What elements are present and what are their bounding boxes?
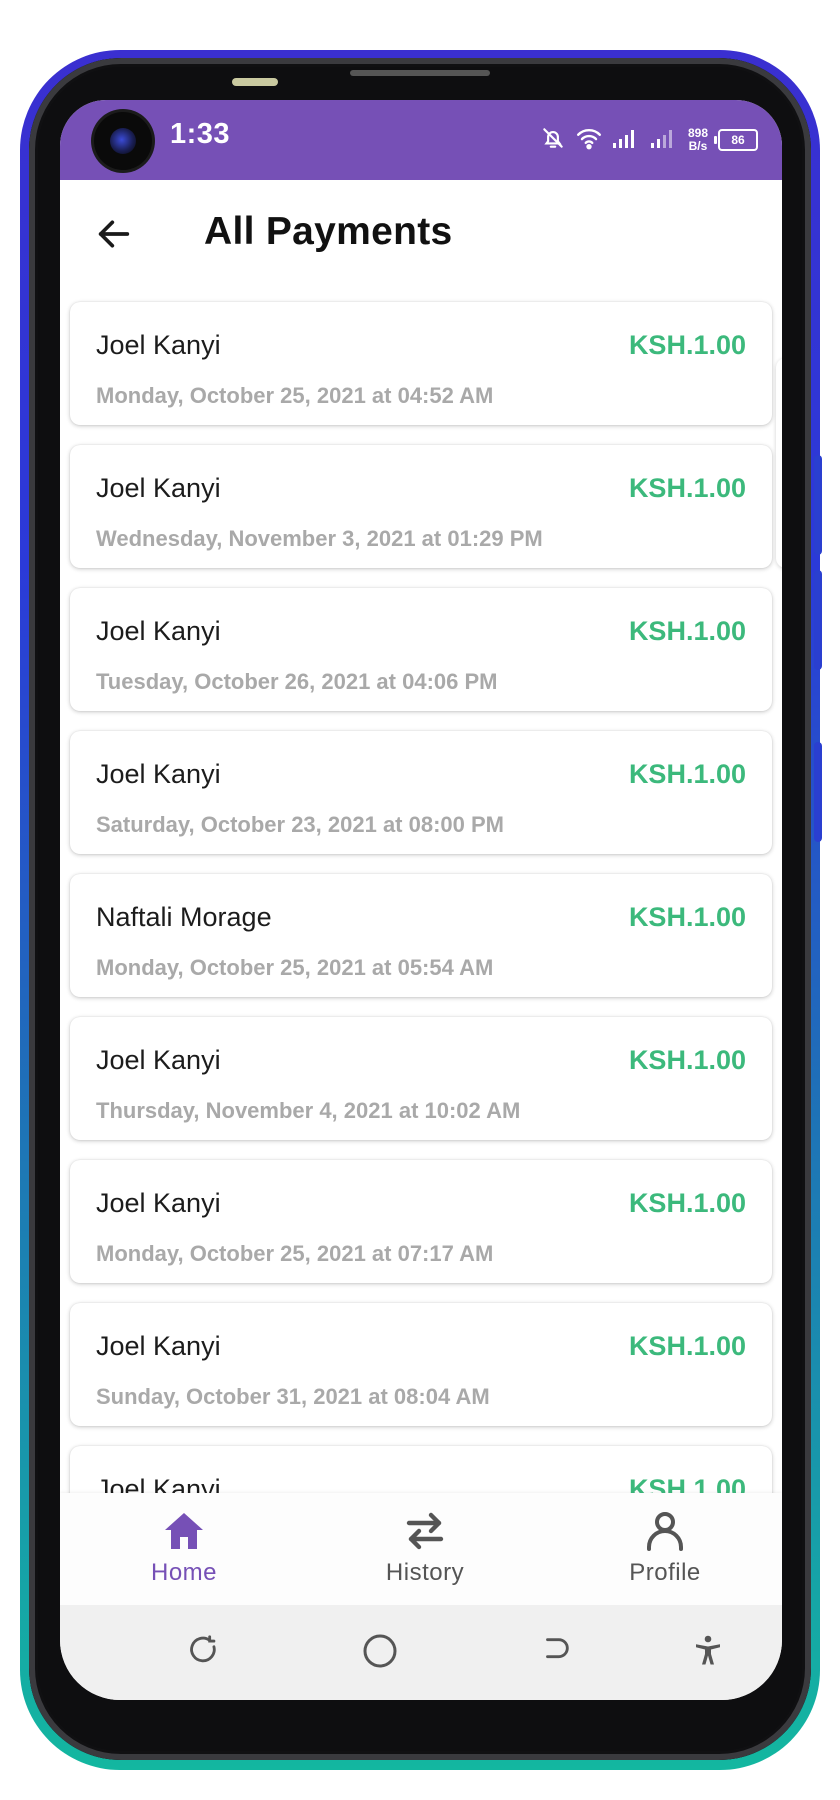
earpiece <box>350 70 490 76</box>
bottom-navigation: Home History Profile <box>60 1493 782 1605</box>
app-bar: All Payments <box>60 180 782 298</box>
payer-name: Joel Kanyi <box>96 1045 221 1075</box>
payment-amount: KSH.1.00 <box>628 759 746 789</box>
signal-icon <box>612 127 640 154</box>
speed-unit: B/s <box>688 139 708 153</box>
scroll-shadow <box>776 358 782 568</box>
payment-amount: KSH.1.00 <box>628 1045 746 1075</box>
payment-date: Thursday, November 4, 2021 at 10:02 AM <box>96 1098 521 1123</box>
power-button <box>814 742 822 842</box>
payment-date: Tuesday, October 26, 2021 at 04:06 PM <box>96 669 498 694</box>
payment-card[interactable]: Joel Kanyi KSH.1.00 Wednesday, November … <box>70 445 772 568</box>
network-speed: 898 B/s <box>688 127 708 153</box>
page-title: All Payments <box>204 210 453 253</box>
payment-card[interactable]: Joel Kanyi KSH.1.00 Sunday, October 31, … <box>70 1303 772 1426</box>
payment-card[interactable]: Joel Kanyi KSH.1.00 Monday, October 25, … <box>70 1160 772 1283</box>
payment-amount: KSH.1.00 <box>628 330 746 360</box>
payment-card[interactable]: Joel Kanyi KSH.1.00 Tuesday, October 26,… <box>70 588 772 711</box>
volume-button <box>814 455 822 555</box>
battery-icon: 86 <box>714 129 758 151</box>
person-icon <box>647 1512 683 1551</box>
payment-date: Monday, October 25, 2021 at 05:54 AM <box>96 955 494 980</box>
back-system-button[interactable] <box>536 1631 576 1671</box>
payment-date: Monday, October 25, 2021 at 07:17 AM <box>96 1241 494 1266</box>
sensor <box>232 78 278 86</box>
payment-amount: KSH.1.00 <box>628 1188 746 1218</box>
status-icons: 898 B/s 86 <box>540 122 758 158</box>
system-nav-bar <box>60 1605 782 1700</box>
battery-level: 86 <box>731 133 745 147</box>
front-camera <box>94 112 152 170</box>
payer-name: Joel Kanyi <box>96 1188 221 1218</box>
payment-date: Saturday, October 23, 2021 at 08:00 PM <box>96 812 504 837</box>
speed-value: 898 <box>687 126 708 140</box>
screen: 1:33 898 B/s 86 All Payments Joel Kanyi … <box>60 100 782 1700</box>
payer-name: Joel Kanyi <box>96 1331 221 1361</box>
mute-icon <box>540 125 566 156</box>
status-time: 1:33 <box>170 118 231 150</box>
payment-amount: KSH.1.00 <box>628 902 746 932</box>
payment-card[interactable]: Joel Kanyi KSH.1.00 Thursday, November 4… <box>70 1017 772 1140</box>
payer-name: Joel Kanyi <box>96 330 221 360</box>
home-circle-icon <box>363 1634 397 1668</box>
payment-amount: KSH.1.00 <box>628 1331 746 1361</box>
accessibility-icon <box>696 1635 720 1665</box>
payment-date: Monday, October 25, 2021 at 04:52 AM <box>96 383 494 408</box>
rotate-icon <box>190 1635 216 1663</box>
payer-name: Joel Kanyi <box>96 759 221 789</box>
volume-button <box>814 570 822 670</box>
nav-item-home[interactable]: Home <box>104 1507 264 1587</box>
arrow-left-icon <box>98 220 130 248</box>
payment-card[interactable]: Joel Kanyi KSH.1.00 Saturday, October 23… <box>70 731 772 854</box>
payer-name: Naftali Morage <box>96 902 272 932</box>
payments-list[interactable]: Joel Kanyi KSH.1.00 Monday, October 25, … <box>60 298 782 1593</box>
back-icon <box>546 1638 569 1659</box>
home-system-button[interactable] <box>360 1631 400 1671</box>
nav-item-history[interactable]: History <box>345 1507 505 1587</box>
signal-icon <box>650 127 678 154</box>
payment-amount: KSH.1.00 <box>628 616 746 646</box>
back-button[interactable] <box>90 210 138 258</box>
wifi-icon <box>576 126 602 155</box>
home-icon <box>165 1513 203 1549</box>
nav-label-home: Home <box>150 1559 218 1586</box>
payment-card[interactable]: Naftali Morage KSH.1.00 Monday, October … <box>70 874 772 997</box>
nav-label-history: History <box>385 1559 465 1586</box>
payer-name: Joel Kanyi <box>96 616 221 646</box>
payment-amount: KSH.1.00 <box>628 473 746 503</box>
payment-card[interactable]: Joel Kanyi KSH.1.00 Monday, October 25, … <box>70 302 772 425</box>
rotate-button[interactable] <box>184 1631 224 1671</box>
payment-date: Sunday, October 31, 2021 at 08:04 AM <box>96 1384 490 1409</box>
status-bar: 1:33 898 B/s 86 <box>60 100 782 180</box>
payment-date: Wednesday, November 3, 2021 at 01:29 PM <box>96 526 543 551</box>
swap-arrows-icon <box>406 1512 444 1550</box>
payer-name: Joel Kanyi <box>96 473 221 503</box>
nav-label-profile: Profile <box>629 1559 701 1586</box>
accessibility-button[interactable] <box>688 1631 728 1671</box>
nav-item-profile[interactable]: Profile <box>585 1507 745 1587</box>
